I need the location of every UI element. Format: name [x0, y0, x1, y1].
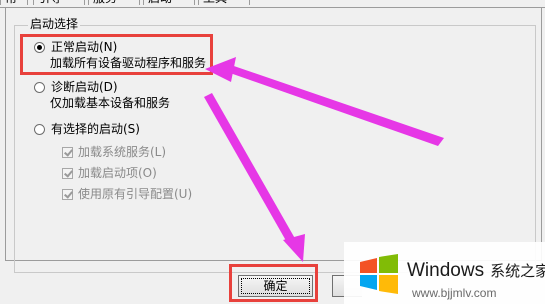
watermark-url: www.bjjmlv.com — [412, 286, 497, 300]
watermark: Windows 系统之家 www.bjjmlv.com — [344, 242, 545, 304]
windows-logo-icon — [360, 254, 398, 294]
watermark-brand: Windows 系统之家 — [407, 260, 545, 282]
watermark-brand-text: Windows — [407, 260, 485, 281]
arrowhead-to-normal-startup — [205, 57, 236, 82]
watermark-site-name: 系统之家 — [490, 262, 545, 280]
arrow-to-ok-button — [204, 93, 297, 246]
arrow-to-normal-startup — [228, 64, 444, 146]
